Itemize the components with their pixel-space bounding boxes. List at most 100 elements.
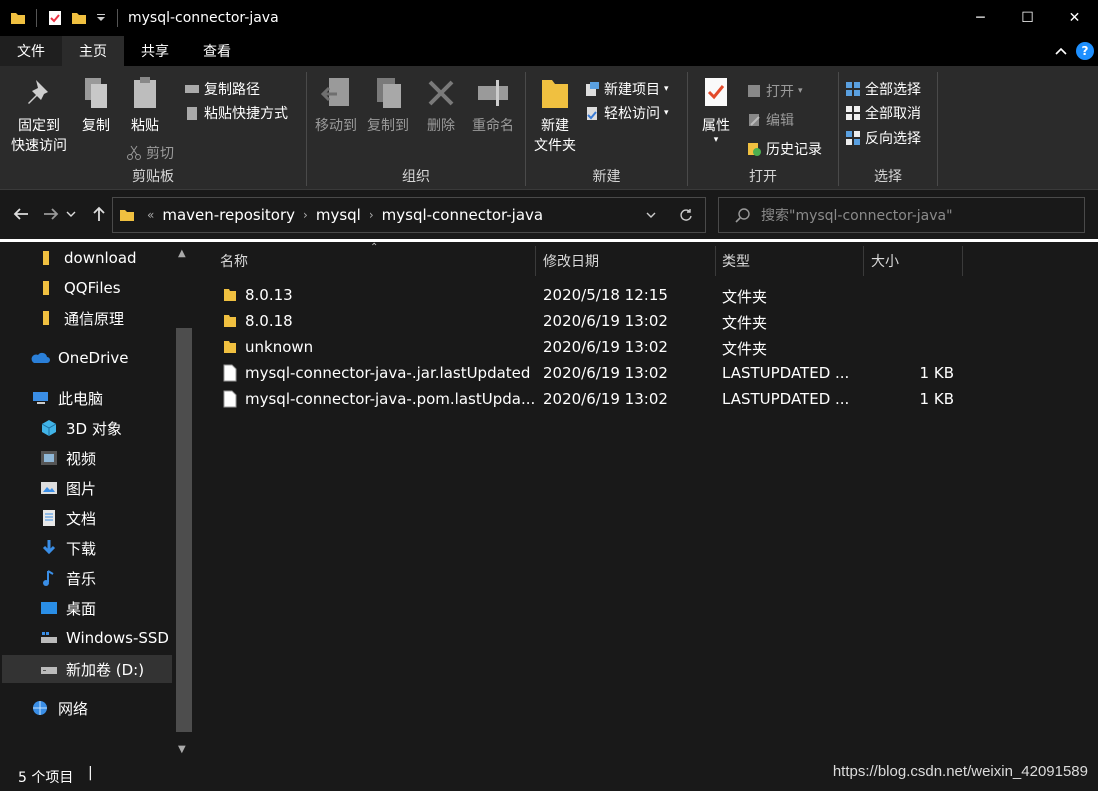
sidebar-item-label: 新加卷 (D:) — [66, 660, 145, 679]
paste-button[interactable]: 粘贴 — [122, 74, 168, 136]
copy-path-icon — [185, 85, 199, 93]
sidebar-item-new-volume-d[interactable]: 新加卷 (D:) — [2, 655, 172, 683]
sidebar-item-documents[interactable]: 文档 — [40, 505, 96, 531]
chevron-right-icon[interactable]: › — [303, 208, 308, 222]
tab-view[interactable]: 查看 — [186, 36, 248, 66]
chevron-up-icon[interactable] — [1054, 44, 1068, 58]
easy-access-button[interactable]: 轻松访问 ▾ — [584, 102, 669, 124]
sidebar-item-this-pc[interactable]: 此电脑 — [32, 385, 103, 411]
back-arrow-icon[interactable] — [12, 205, 30, 223]
open-group: 属性 ▾ 打开 ▾ 编辑 历史记录 打开 — [688, 70, 838, 188]
chevron-down-icon[interactable] — [645, 209, 657, 221]
download-icon — [42, 540, 56, 555]
pin-to-quick-access-button[interactable]: 固定到 快速访问 — [8, 74, 70, 156]
refresh-icon[interactable] — [679, 208, 693, 222]
column-header-size[interactable]: 大小 — [871, 246, 899, 276]
minimize-button[interactable]: ─ — [957, 0, 1004, 36]
select-none-label: 全部取消 — [865, 106, 921, 122]
forward-arrow-icon[interactable] — [42, 205, 60, 223]
column-divider[interactable] — [962, 246, 963, 276]
column-divider[interactable] — [863, 246, 864, 276]
clipboard-group-label: 剪贴板 — [132, 169, 174, 185]
breadcrumb-mysql-connector-java[interactable]: mysql-connector-java — [382, 206, 543, 224]
column-header-name[interactable]: 名称 — [220, 246, 248, 276]
sidebar-item-music[interactable]: 音乐 — [40, 565, 96, 591]
properties-button[interactable]: 属性 ▾ — [694, 74, 738, 145]
sidebar-item-onedrive[interactable]: OneDrive — [30, 345, 129, 371]
cut-button[interactable]: 剪切 — [126, 142, 174, 164]
sidebar-item-label: 图片 — [66, 479, 97, 498]
open-button[interactable]: 打开 ▾ — [746, 80, 803, 102]
pin-icon — [28, 80, 48, 104]
rename-label: 重命名 — [472, 118, 514, 134]
edit-button[interactable]: 编辑 — [746, 109, 794, 131]
properties-icon — [705, 78, 727, 106]
tab-share[interactable]: 共享 — [124, 36, 186, 66]
sidebar-item-windows-ssd[interactable]: Windows-SSD — [40, 625, 169, 651]
copy-label: 复制 — [82, 118, 110, 134]
sidebar-item-label: 音乐 — [66, 569, 97, 588]
easy-access-icon — [587, 107, 597, 120]
sidebar-item-qqfiles[interactable]: QQFiles — [40, 275, 121, 301]
invert-selection-button[interactable]: 反向选择 — [845, 127, 921, 149]
sidebar-item-network[interactable]: 网络 — [30, 695, 88, 721]
breadcrumb-overflow[interactable]: « — [147, 208, 154, 222]
sidebar-item-tongxinyuanli[interactable]: 通信原理 — [40, 305, 124, 331]
search-placeholder: 搜索"mysql-connector-java" — [761, 208, 953, 224]
chevron-down-icon[interactable] — [66, 209, 76, 219]
column-divider[interactable] — [535, 246, 536, 276]
table-row[interactable]: 8.0.18 2020/6/19 13:02 文件夹 — [216, 308, 956, 334]
rename-button[interactable]: 重命名 — [467, 74, 519, 136]
tab-home[interactable]: 主页 — [62, 36, 124, 66]
invert-selection-label: 反向选择 — [865, 131, 921, 147]
copy-path-label: 复制路径 — [204, 82, 260, 98]
properties-icon[interactable] — [47, 10, 63, 26]
new-item-button[interactable]: 新建项目 ▾ — [584, 78, 669, 100]
help-icon[interactable]: ? — [1076, 42, 1094, 60]
sidebar-scrollbar-thumb[interactable] — [176, 328, 192, 732]
column-header-type[interactable]: 类型 — [722, 246, 750, 276]
organize-group-label: 组织 — [402, 169, 430, 185]
column-header-date[interactable]: 修改日期 — [543, 246, 599, 276]
breadcrumb-mysql[interactable]: mysql — [316, 206, 361, 224]
sidebar-item-videos[interactable]: 视频 — [40, 445, 96, 471]
sidebar-item-pictures[interactable]: 图片 — [40, 475, 96, 501]
network-icon — [33, 701, 47, 715]
delete-button[interactable]: 删除 — [421, 74, 461, 136]
table-row[interactable]: 8.0.13 2020/5/18 12:15 文件夹 — [216, 282, 956, 308]
up-arrow-icon[interactable] — [90, 205, 108, 223]
sidebar-item-download[interactable]: download — [40, 245, 137, 271]
table-row[interactable]: mysql-connector-java-.pom.lastUpda... 20… — [216, 386, 956, 412]
search-input[interactable]: 搜索"mysql-connector-java" — [718, 197, 1085, 233]
table-row[interactable]: mysql-connector-java-.jar.lastUpdated 20… — [216, 360, 956, 386]
new-folder-icon[interactable] — [71, 10, 87, 26]
delete-icon — [428, 80, 454, 106]
maximize-button[interactable]: ☐ — [1004, 0, 1051, 36]
select-all-icon — [846, 82, 860, 96]
toolbar-divider — [117, 9, 118, 27]
move-to-icon — [320, 78, 349, 106]
sidebar-item-3d-objects[interactable]: 3D 对象 — [40, 415, 122, 441]
chevron-down-icon: ▾ — [664, 84, 669, 94]
chevron-down-icon[interactable] — [95, 12, 107, 24]
move-to-button[interactable]: 移动到 — [311, 74, 361, 136]
breadcrumb-maven-repository[interactable]: maven-repository — [162, 206, 295, 224]
copy-path-button[interactable]: 复制路径 — [184, 78, 260, 100]
close-button[interactable]: ✕ — [1051, 0, 1098, 36]
paste-shortcut-button[interactable]: 粘贴快捷方式 — [184, 102, 288, 124]
scroll-up-icon[interactable]: ▲ — [178, 248, 186, 259]
select-all-button[interactable]: 全部选择 — [845, 78, 921, 100]
column-divider[interactable] — [715, 246, 716, 276]
chevron-right-icon[interactable]: › — [369, 208, 374, 222]
copy-button[interactable]: 复制 — [74, 74, 118, 136]
tab-file[interactable]: 文件 — [0, 36, 62, 66]
new-folder-button[interactable]: 新建 文件夹 — [530, 74, 580, 156]
history-button[interactable]: 历史记录 — [746, 138, 822, 160]
sidebar-item-downloads[interactable]: 下载 — [40, 535, 96, 561]
address-bar[interactable]: « maven-repository › mysql › mysql-conne… — [112, 197, 706, 233]
table-row[interactable]: unknown 2020/6/19 13:02 文件夹 — [216, 334, 956, 360]
copy-to-button[interactable]: 复制到 — [363, 74, 413, 136]
select-none-button[interactable]: 全部取消 — [845, 102, 921, 124]
sidebar-item-desktop[interactable]: 桌面 — [40, 595, 96, 621]
scroll-down-icon[interactable]: ▼ — [178, 744, 186, 755]
